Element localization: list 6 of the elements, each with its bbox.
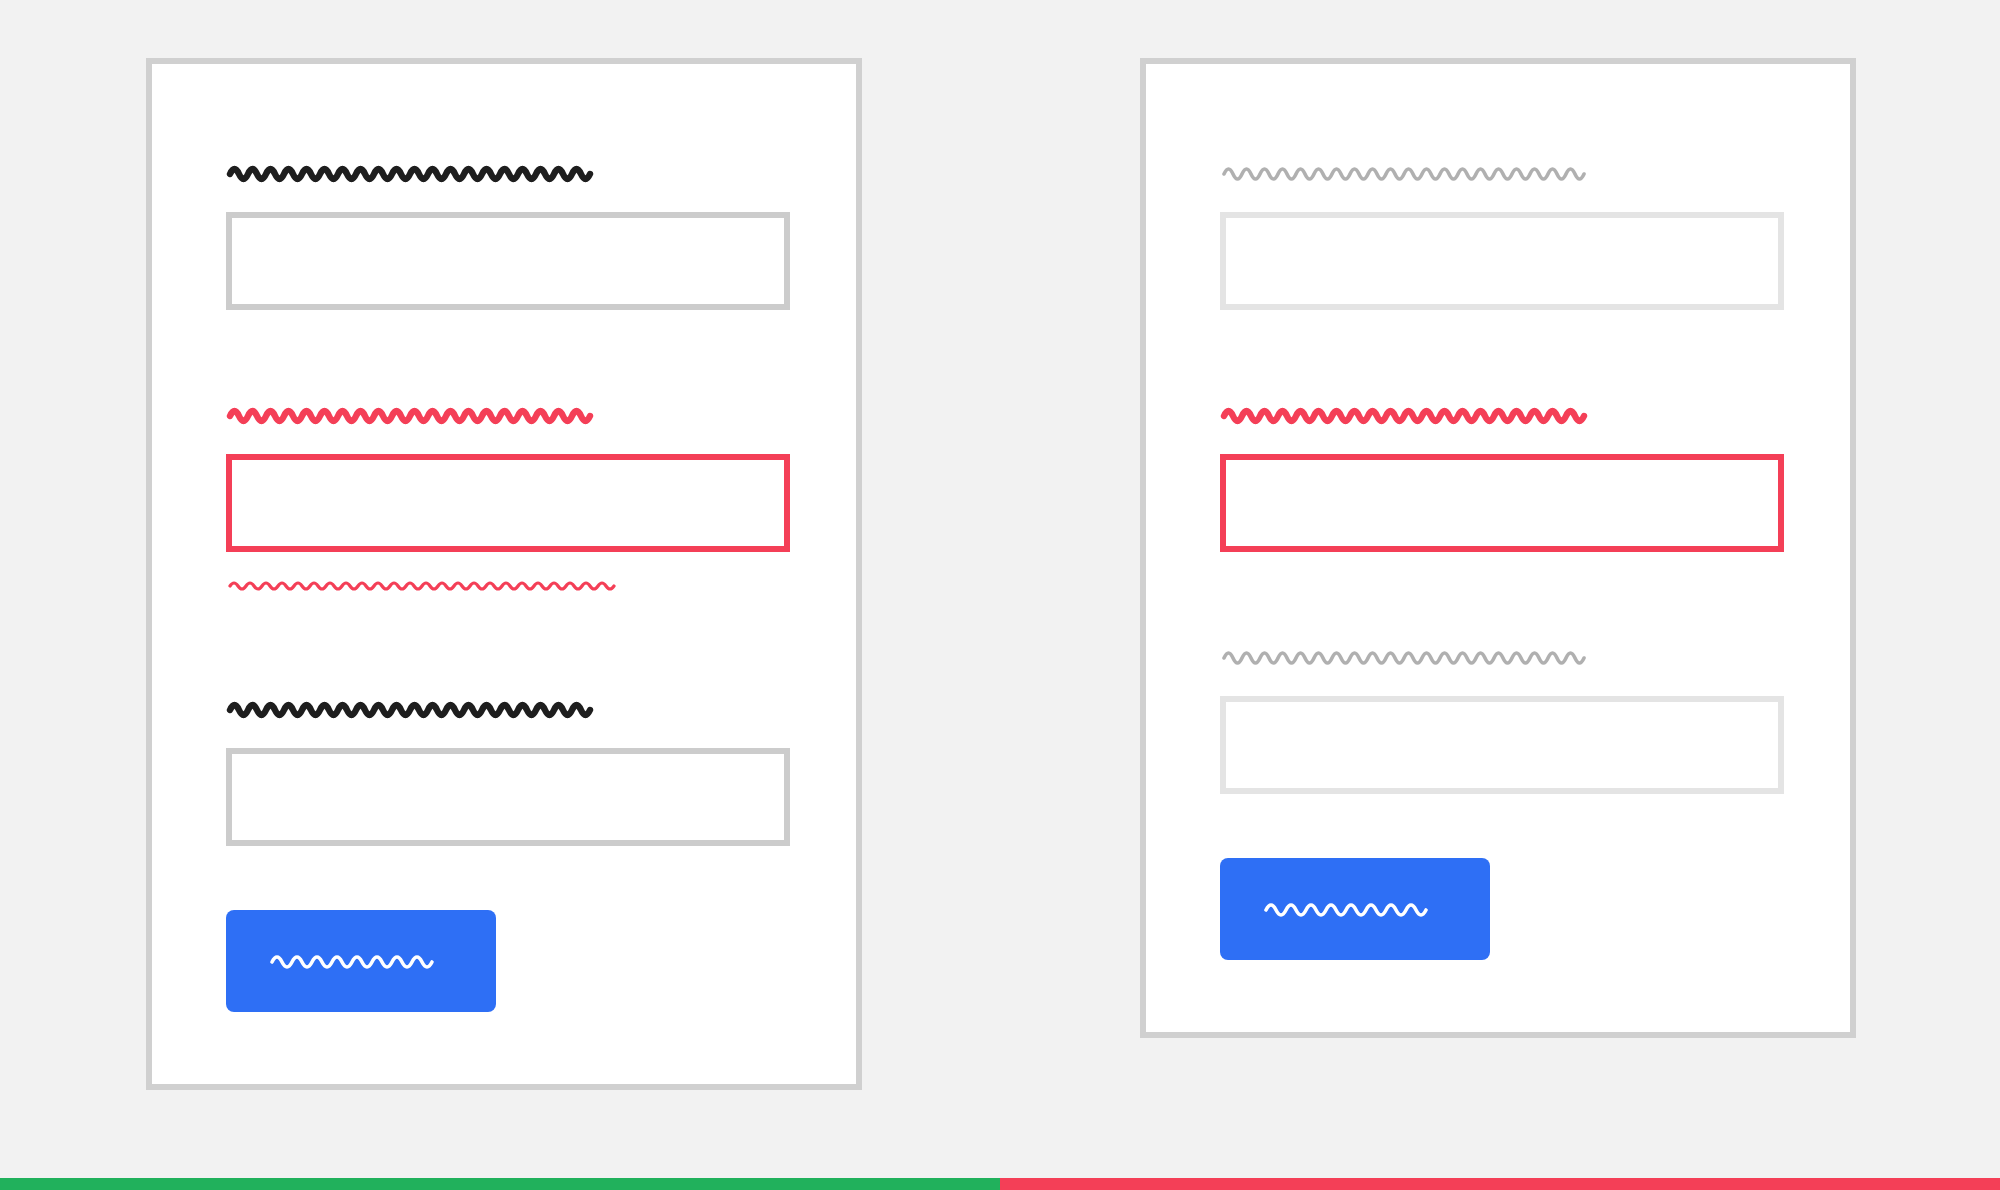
input-field[interactable] [225, 454, 789, 552]
input-field[interactable] [225, 212, 789, 310]
submit-button[interactable] [1219, 858, 1489, 960]
submit-button[interactable] [225, 910, 495, 1012]
input-field[interactable] [1219, 454, 1783, 552]
input-field[interactable] [225, 748, 789, 846]
